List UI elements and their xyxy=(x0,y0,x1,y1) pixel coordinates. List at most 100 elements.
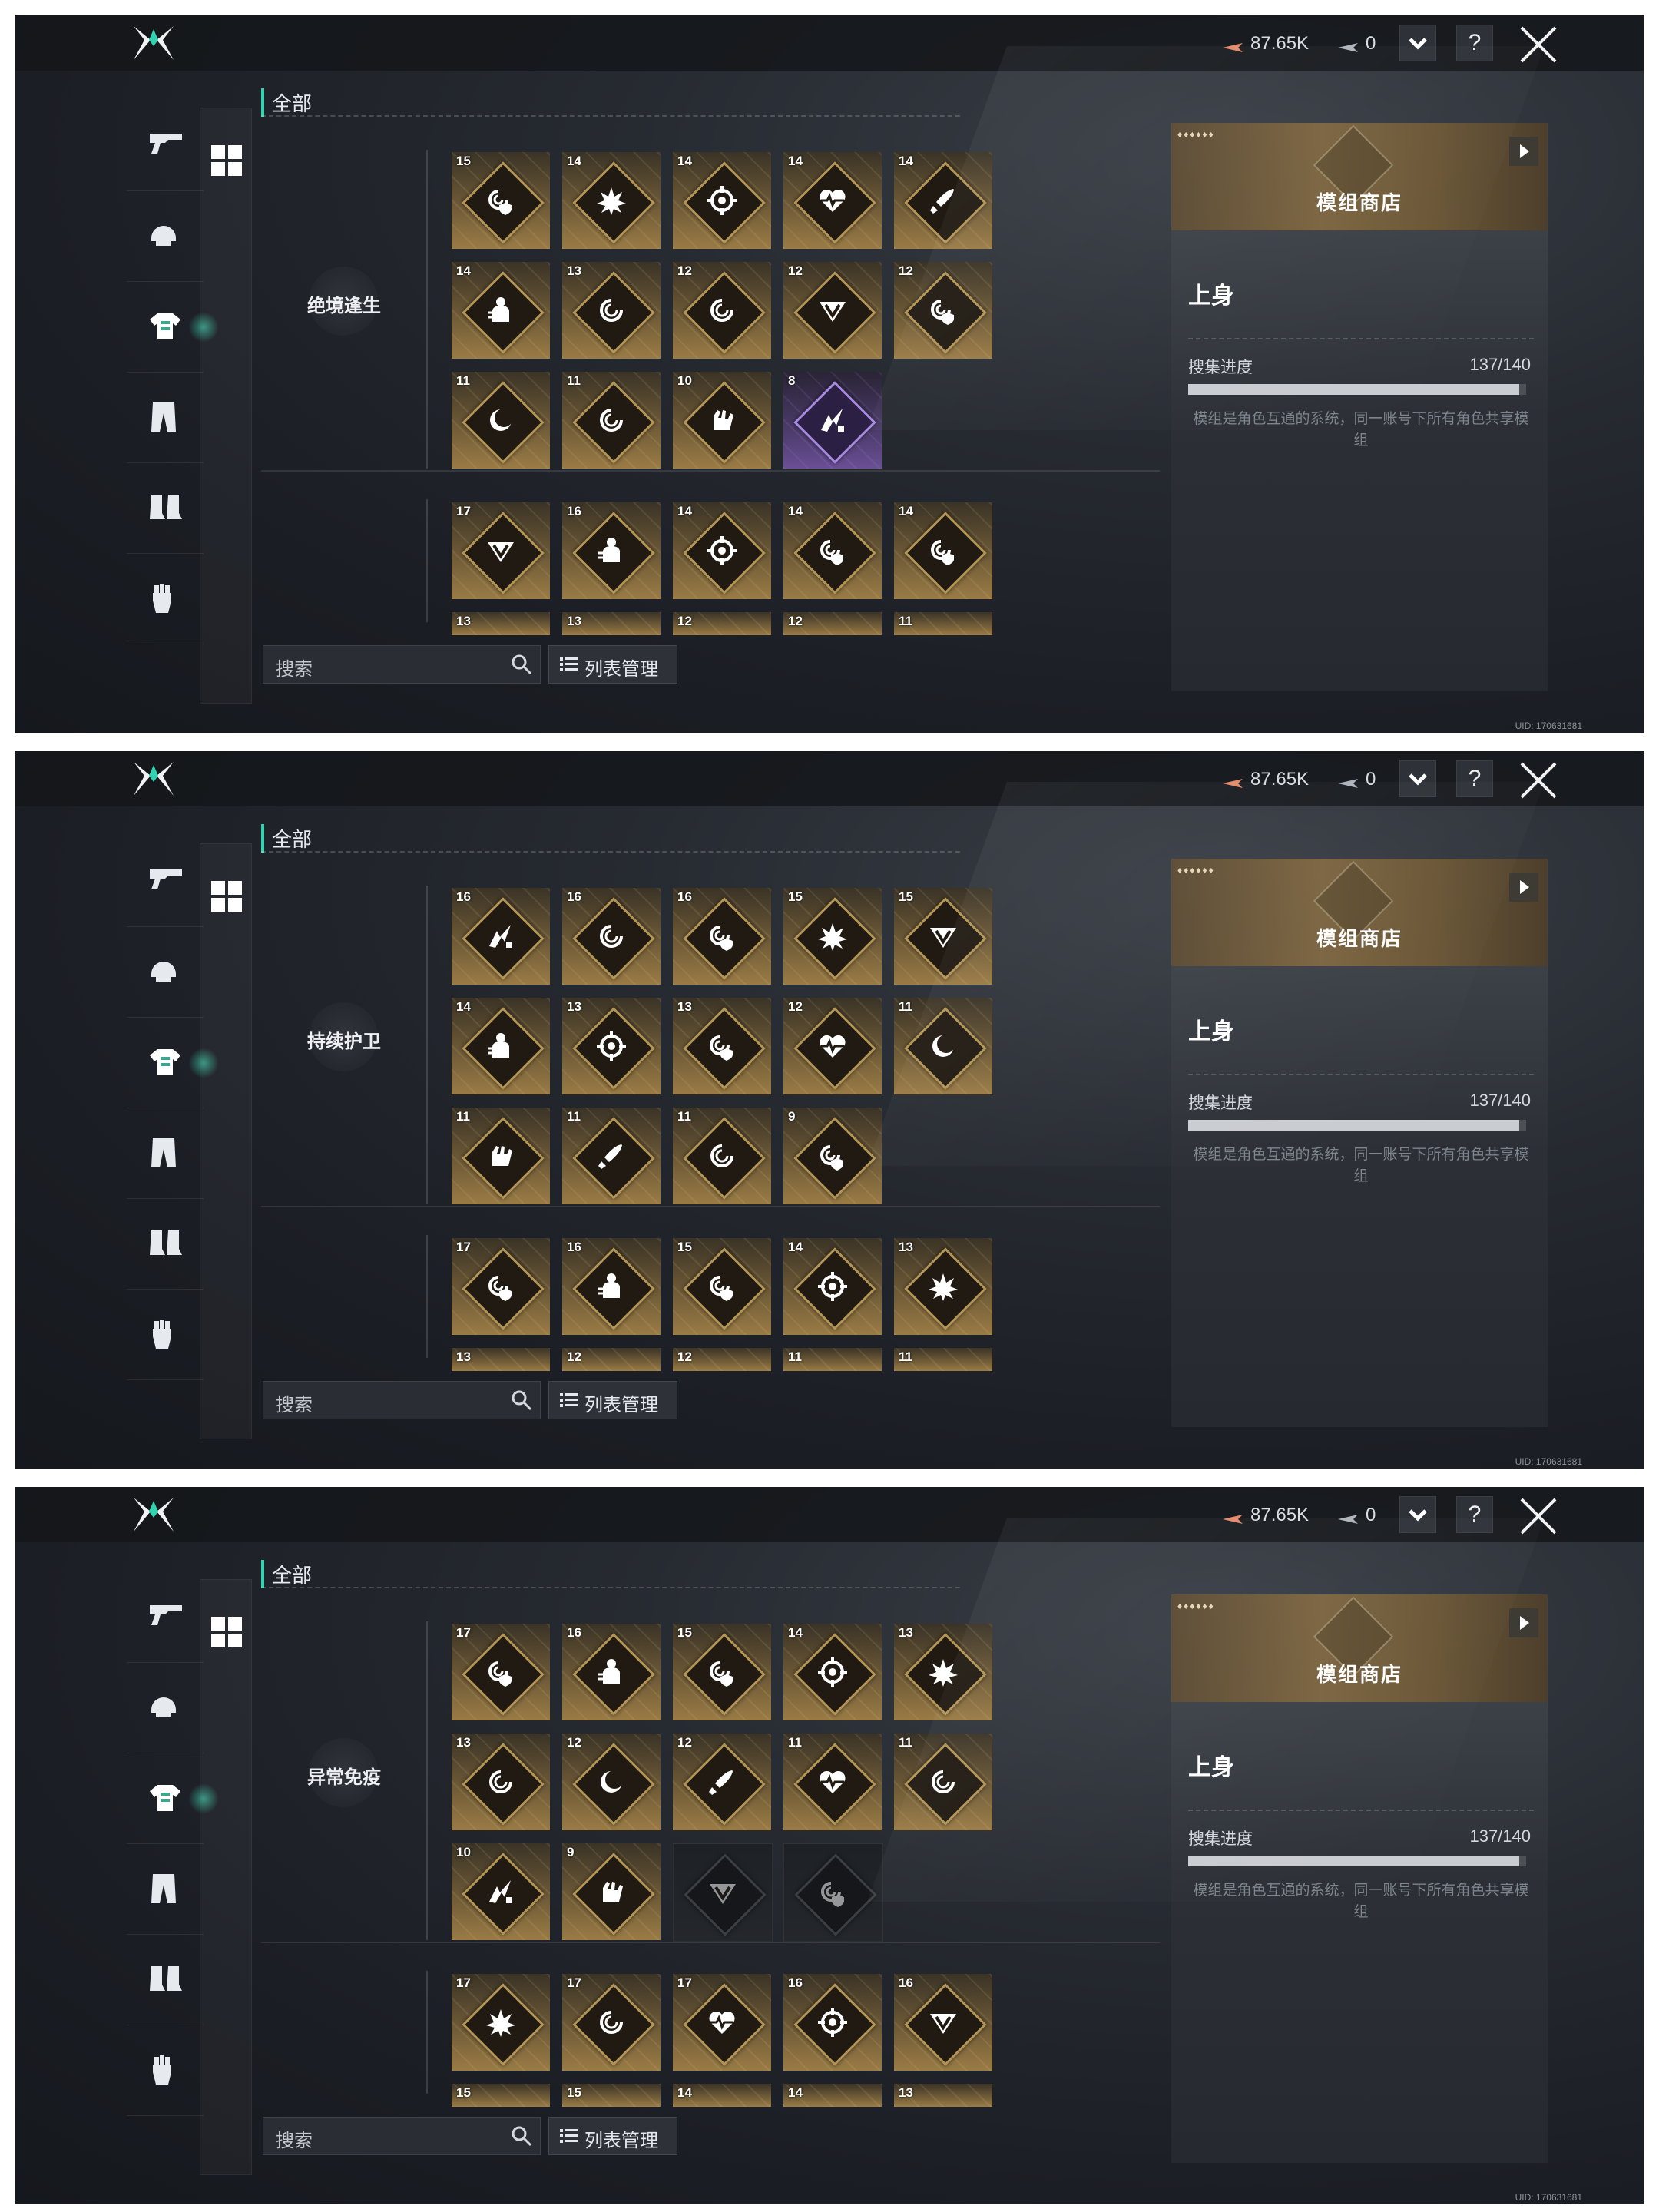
module-card[interactable]: 15 xyxy=(894,888,992,985)
grid-view-icon[interactable] xyxy=(211,1617,242,1647)
module-card[interactable]: 17 xyxy=(452,1238,550,1335)
module-card[interactable]: 10 xyxy=(452,1843,550,1940)
module-card[interactable]: 14 xyxy=(452,262,550,359)
list-manage-button[interactable]: 列表管理 xyxy=(548,2117,677,2155)
module-card[interactable]: 12 xyxy=(673,1348,771,1371)
module-card[interactable]: 13 xyxy=(894,1238,992,1335)
module-card[interactable]: 13 xyxy=(452,1734,550,1830)
module-card[interactable]: 12 xyxy=(783,612,882,635)
grid-view-icon[interactable] xyxy=(211,881,242,912)
module-card[interactable] xyxy=(673,1843,773,1942)
module-card[interactable]: 14 xyxy=(783,1238,882,1335)
module-card[interactable] xyxy=(783,1843,883,1942)
module-card[interactable]: 14 xyxy=(894,152,992,249)
nav-item-gun[interactable] xyxy=(127,100,204,191)
module-card[interactable]: 15 xyxy=(452,152,550,249)
module-card[interactable]: 13 xyxy=(894,1624,992,1720)
nav-item-upper-body[interactable] xyxy=(127,1753,219,1844)
shop-arrow-button[interactable] xyxy=(1509,137,1538,166)
module-card[interactable]: 15 xyxy=(452,2084,550,2107)
module-card[interactable]: 12 xyxy=(562,1734,661,1830)
module-card[interactable]: 13 xyxy=(562,262,661,359)
module-card[interactable]: 16 xyxy=(562,1624,661,1720)
module-card[interactable]: 11 xyxy=(452,1108,550,1204)
module-card[interactable]: 17 xyxy=(452,1624,550,1720)
dropdown-button[interactable] xyxy=(1399,760,1436,797)
search-input[interactable]: 搜索 xyxy=(263,1381,541,1419)
module-card[interactable]: 10 xyxy=(673,372,771,469)
module-card[interactable]: 17 xyxy=(562,1974,661,2071)
module-card[interactable]: 11 xyxy=(894,1348,992,1371)
module-card[interactable]: 14 xyxy=(673,2084,771,2107)
nav-item-gun[interactable] xyxy=(127,1571,204,1663)
module-card[interactable]: 11 xyxy=(783,1734,882,1830)
shop-arrow-button[interactable] xyxy=(1509,1608,1538,1637)
nav-item-helmet[interactable] xyxy=(127,926,204,1018)
module-card[interactable]: 16 xyxy=(783,1974,882,2071)
module-card[interactable]: 13 xyxy=(673,998,771,1094)
module-card[interactable]: 11 xyxy=(562,372,661,469)
module-card[interactable]: 12 xyxy=(562,1348,661,1371)
module-card[interactable]: 14 xyxy=(452,998,550,1094)
module-card[interactable]: 13 xyxy=(452,612,550,635)
search-input[interactable]: 搜索 xyxy=(263,645,541,684)
nav-item-gun[interactable] xyxy=(127,836,204,927)
dropdown-button[interactable] xyxy=(1399,25,1436,61)
module-card[interactable]: 14 xyxy=(673,502,771,599)
grid-view-icon[interactable] xyxy=(211,145,242,176)
help-button[interactable]: ? xyxy=(1456,25,1493,61)
nav-item-pants[interactable] xyxy=(127,372,204,463)
module-card[interactable]: 14 xyxy=(894,502,992,599)
module-card[interactable]: 13 xyxy=(562,998,661,1094)
module-card[interactable]: 12 xyxy=(894,262,992,359)
nav-item-helmet[interactable] xyxy=(127,190,204,282)
list-manage-button[interactable]: 列表管理 xyxy=(548,645,677,684)
module-card[interactable]: 12 xyxy=(673,612,771,635)
nav-item-boots[interactable] xyxy=(127,1198,204,1290)
module-card[interactable]: 14 xyxy=(783,502,882,599)
nav-item-boots[interactable] xyxy=(127,1934,204,2025)
nav-item-pants[interactable] xyxy=(127,1843,204,1935)
nav-item-gloves[interactable] xyxy=(127,2025,204,2116)
nav-item-gloves[interactable] xyxy=(127,1289,204,1380)
module-card[interactable]: 11 xyxy=(894,998,992,1094)
module-card[interactable]: 12 xyxy=(783,998,882,1094)
nav-item-gloves[interactable] xyxy=(127,553,204,644)
module-card[interactable]: 11 xyxy=(673,1108,771,1204)
list-manage-button[interactable]: 列表管理 xyxy=(548,1381,677,1419)
nav-item-upper-body[interactable] xyxy=(127,1017,219,1108)
tab-all[interactable]: 全部 xyxy=(261,824,312,853)
module-card[interactable]: 13 xyxy=(452,1348,550,1371)
module-card[interactable]: 14 xyxy=(783,152,882,249)
nav-item-pants[interactable] xyxy=(127,1108,204,1199)
module-card[interactable]: 13 xyxy=(562,612,661,635)
module-card[interactable]: 11 xyxy=(452,372,550,469)
module-card[interactable]: 16 xyxy=(562,1238,661,1335)
module-card[interactable]: 12 xyxy=(673,1734,771,1830)
module-card[interactable]: 16 xyxy=(562,888,661,985)
module-shop-banner[interactable]: ♦♦♦♦♦♦ 模组商店 xyxy=(1171,1594,1548,1702)
shop-arrow-button[interactable] xyxy=(1509,873,1538,902)
module-card[interactable]: 17 xyxy=(452,502,550,599)
module-card[interactable]: 15 xyxy=(562,2084,661,2107)
module-shop-banner[interactable]: ♦♦♦♦♦♦ 模组商店 xyxy=(1171,859,1548,966)
module-card[interactable]: 14 xyxy=(562,152,661,249)
module-card[interactable]: 14 xyxy=(783,1624,882,1720)
help-button[interactable]: ? xyxy=(1456,760,1493,797)
module-card[interactable]: 14 xyxy=(783,2084,882,2107)
tab-all[interactable]: 全部 xyxy=(261,88,312,117)
module-card[interactable]: 14 xyxy=(673,152,771,249)
nav-item-upper-body[interactable] xyxy=(127,281,219,373)
module-card[interactable]: 12 xyxy=(673,262,771,359)
module-card[interactable]: 8 xyxy=(783,372,882,469)
module-card[interactable]: 16 xyxy=(894,1974,992,2071)
module-shop-banner[interactable]: ♦♦♦♦♦♦ 模组商店 xyxy=(1171,123,1548,230)
module-card[interactable]: 11 xyxy=(783,1348,882,1371)
module-card[interactable]: 9 xyxy=(562,1843,661,1940)
module-card[interactable]: 17 xyxy=(673,1974,771,2071)
module-card[interactable]: 11 xyxy=(894,1734,992,1830)
module-card[interactable]: 11 xyxy=(562,1108,661,1204)
nav-item-boots[interactable] xyxy=(127,462,204,554)
module-card[interactable]: 12 xyxy=(783,262,882,359)
module-card[interactable]: 16 xyxy=(562,502,661,599)
